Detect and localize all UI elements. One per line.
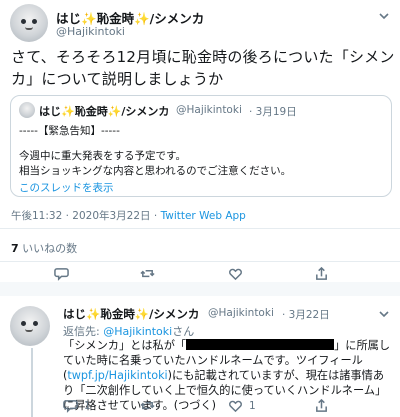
comment-icon [54, 268, 69, 281]
retweet-button[interactable] [140, 266, 155, 281]
quoted-display-name: はじ✨恥金時✨/シメンカ [39, 105, 170, 118]
chevron-down-icon[interactable] [378, 10, 390, 22]
reply-share-button[interactable] [314, 398, 329, 413]
reply-to-prefix: 返信先: [63, 325, 104, 338]
quoted-line: -----【緊急告知】----- [19, 125, 120, 137]
meta-separator: · [150, 210, 161, 222]
share-button[interactable] [314, 266, 329, 281]
reply-text-part: 「シメンカ」とは私が「 [63, 339, 187, 352]
divider [0, 261, 400, 262]
share-icon [316, 398, 327, 412]
tweet-meta: 午後11:32 · 2020年3月22日 · Twitter Web App [11, 208, 246, 223]
likes-count: 7 [11, 242, 19, 255]
twpf-link[interactable]: twpf.jp/Hajikintoki [67, 369, 167, 382]
avatar-eye [32, 19, 37, 24]
heart-icon [229, 400, 242, 413]
divider [0, 228, 400, 229]
share-icon [316, 266, 327, 280]
retweet-icon [140, 269, 155, 278]
quoted-line: 相当ショッキングな内容と思われるのでご注意ください。 [19, 165, 292, 177]
reply-like-button[interactable]: 1 [228, 398, 256, 413]
reply-display-name[interactable]: はじ✨恥金時✨/シメンカ [63, 306, 199, 322]
tweet-timestamp[interactable]: 午後11:32 · 2020年3月22日 [11, 210, 151, 222]
tweet-text: さて、そろそろ12月頃に恥金時の後ろについた「シメンカ」について説明しましょうか [11, 48, 395, 88]
reply-handle[interactable]: @Hajikintoki [208, 307, 274, 319]
reply-to-suffix: さん [172, 325, 195, 338]
quoted-line: 今週中に重大発表をする予定です。 [19, 150, 186, 162]
quoted-tweet[interactable]: はじ✨恥金時✨/シメンカ @Hajikintoki · 3月19日 -----【… [10, 95, 392, 197]
reply-count: 1 [84, 399, 91, 412]
reply-retweet-button[interactable] [140, 398, 155, 413]
quoted-handle: @Hajikintoki [176, 104, 242, 116]
tweet-source-link[interactable]: Twitter Web App [161, 210, 246, 222]
comment-icon [63, 400, 78, 413]
avatar-eye [21, 19, 26, 24]
show-thread-link[interactable]: このスレッドを表示 [19, 180, 114, 195]
avatar-mouth [25, 329, 33, 332]
likes-summary[interactable]: 7 いいねの数 [11, 240, 77, 256]
quoted-avatar [19, 102, 35, 118]
reply-like-count: 1 [249, 399, 256, 412]
reply-avatar[interactable] [10, 306, 50, 346]
reply-to-line: 返信先: @Hajikintokiさん [63, 323, 194, 339]
chevron-down-icon[interactable] [378, 308, 390, 320]
thread-connector [31, 348, 33, 417]
reply-reply-button[interactable]: 1 [63, 398, 91, 413]
avatar-eye [33, 321, 38, 326]
user-handle[interactable]: @Hajikintoki [56, 25, 125, 38]
like-button[interactable] [228, 266, 243, 281]
reply-to-handle[interactable]: @Hajikintoki [103, 325, 172, 338]
reply-button[interactable] [54, 266, 69, 281]
quoted-date: · 3月19日 [249, 106, 297, 118]
redacted-block [186, 339, 335, 350]
avatar[interactable] [10, 4, 48, 42]
likes-label: いいねの数 [22, 242, 78, 255]
retweet-icon [140, 401, 155, 410]
heart-icon [229, 268, 242, 281]
reply-date[interactable]: · 3月22日 [282, 307, 330, 322]
section-gap [0, 282, 400, 296]
avatar-mouth [25, 27, 33, 30]
avatar-eye [21, 321, 26, 326]
